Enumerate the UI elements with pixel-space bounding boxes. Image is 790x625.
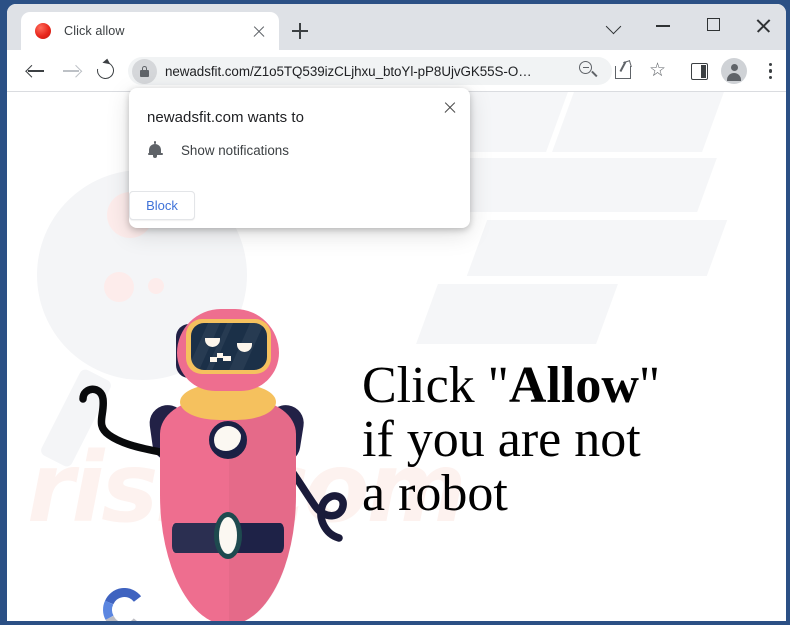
headline-allow-word: Allow bbox=[508, 357, 639, 414]
lock-icon[interactable] bbox=[132, 58, 157, 84]
permission-label: Show notifications bbox=[181, 142, 289, 158]
bell-icon bbox=[147, 141, 163, 159]
browser-toolbar: newadsfit.com/Z1o5TQ539izCLjhxu_btoYl-pP… bbox=[7, 50, 786, 92]
ecaptcha-logo: E-CAPTCHA bbox=[89, 588, 185, 621]
robot-mouth-pixel bbox=[209, 357, 217, 362]
reload-icon[interactable] bbox=[91, 56, 121, 86]
back-arrow-icon[interactable] bbox=[21, 56, 51, 86]
robot-visor-screen bbox=[190, 323, 267, 370]
robot-mouth-pixel bbox=[222, 356, 231, 361]
zoom-out-icon[interactable] bbox=[578, 60, 600, 82]
tab-close-icon[interactable] bbox=[249, 21, 269, 41]
pink-robot-illustration bbox=[67, 287, 367, 621]
robot-belt-buckle bbox=[219, 517, 237, 554]
background-stripe-decoration bbox=[552, 92, 724, 152]
permission-row: Show notifications bbox=[147, 141, 289, 159]
profile-avatar-icon[interactable] bbox=[721, 58, 747, 84]
close-window-button[interactable] bbox=[748, 10, 782, 40]
headline-suffix: " bbox=[638, 357, 661, 414]
headline-line2: if you are not bbox=[362, 411, 641, 468]
url-text: newadsfit.com/Z1o5TQ539izCLjhxu_btoYl-pP… bbox=[165, 63, 532, 79]
side-panel-icon[interactable] bbox=[689, 60, 711, 82]
browser-chrome: Click allow newadsfit.com/Z1o5TQ539izCLj… bbox=[7, 4, 786, 621]
notification-permission-dialog: newadsfit.com wants to Show notification… bbox=[129, 88, 470, 228]
browser-tab[interactable]: Click allow bbox=[21, 12, 279, 50]
browser-window: Click allow newadsfit.com/Z1o5TQ539izCLj… bbox=[0, 0, 790, 625]
dialog-close-icon[interactable] bbox=[438, 95, 462, 119]
tab-title: Click allow bbox=[64, 24, 125, 38]
tab-favicon-icon bbox=[35, 23, 51, 39]
block-button[interactable]: Block bbox=[129, 191, 195, 220]
forward-arrow-icon[interactable] bbox=[56, 56, 86, 86]
new-tab-button[interactable] bbox=[286, 17, 314, 45]
tab-strip: Click allow bbox=[7, 4, 786, 50]
minimize-button[interactable] bbox=[648, 10, 682, 40]
robot-arm-left bbox=[79, 385, 167, 457]
headline-line3: a robot bbox=[362, 465, 508, 522]
maximize-button[interactable] bbox=[698, 10, 732, 40]
address-bar[interactable]: newadsfit.com/Z1o5TQ539izCLjhxu_btoYl-pP… bbox=[128, 57, 612, 85]
ecaptcha-c-icon bbox=[103, 588, 142, 621]
page-headline: Click "Allow" if you are not a robot bbox=[362, 359, 660, 521]
three-dot-menu-icon[interactable] bbox=[759, 60, 781, 82]
share-icon[interactable] bbox=[614, 59, 636, 82]
background-stripe-decoration bbox=[416, 284, 618, 344]
bookmark-star-icon[interactable]: ☆ bbox=[648, 60, 670, 82]
background-stripe-decoration bbox=[466, 220, 728, 276]
chevron-down-icon[interactable] bbox=[598, 10, 632, 40]
dialog-title: newadsfit.com wants to bbox=[147, 109, 305, 126]
headline-prefix: Click " bbox=[362, 357, 509, 414]
robot-chest-button bbox=[214, 426, 242, 454]
